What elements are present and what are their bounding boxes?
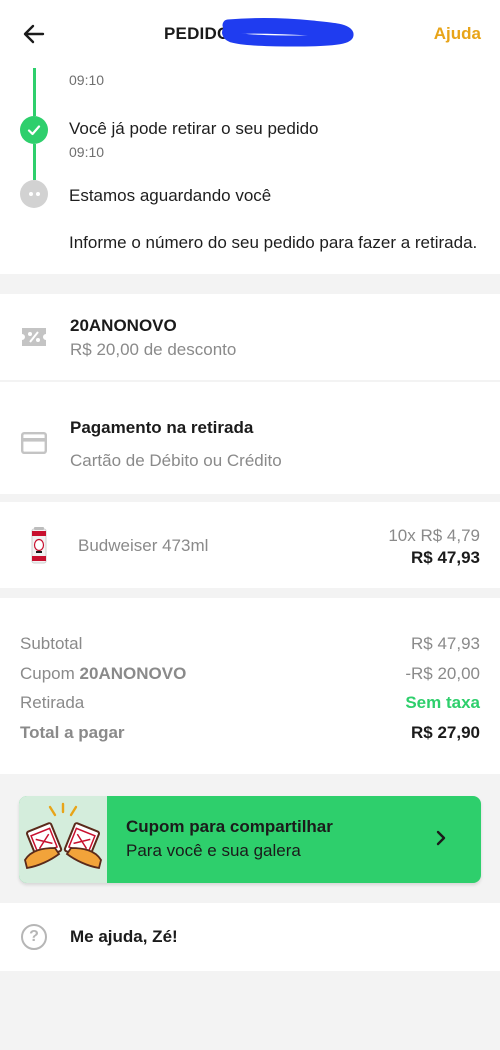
share-banner-subtitle: Para você e sua galera	[126, 841, 301, 860]
share-illustration	[19, 796, 107, 883]
waiting-dots-icon	[20, 180, 48, 208]
summary-label: Total a pagar	[20, 723, 125, 742]
summary-value: Sem taxa	[405, 693, 480, 712]
timeline-step-label: Você já pode retirar o seu pedido	[69, 119, 319, 138]
timeline-line	[33, 68, 36, 116]
product-card: Budweiser 473ml 10x R$ 4,79 R$ 47,93	[0, 502, 500, 588]
cheers-illustration	[24, 802, 102, 870]
top-bar: PEDIDO Ajuda	[0, 0, 500, 68]
redaction-scribble	[222, 18, 354, 47]
summary-row-subtotal: Subtotal R$ 47,93	[20, 634, 480, 654]
summary-label: Retirada	[20, 693, 85, 712]
credit-card-icon	[21, 432, 47, 454]
summary-value: R$ 27,90	[411, 723, 480, 742]
summary-value: -R$ 20,00	[405, 664, 480, 683]
timeline-step-label: Estamos aguardando você	[69, 186, 272, 205]
product-unit-price: 10x R$ 4,79	[388, 526, 480, 545]
timeline-time: 09:10	[69, 144, 105, 160]
share-banner-title: Cupom para compartilhar	[126, 817, 333, 836]
help-link[interactable]: Ajuda	[434, 24, 481, 44]
timeline-time: 09:10	[69, 72, 105, 88]
summary-label: Subtotal	[20, 634, 83, 653]
product-name: Budweiser 473ml	[78, 536, 209, 555]
arrow-left-icon	[23, 24, 45, 44]
discount-ticket-icon	[22, 328, 46, 346]
timeline-line	[33, 144, 36, 180]
product-total: R$ 47,93	[411, 548, 480, 567]
coupon-label: Cupom	[20, 664, 75, 683]
coupon-code-label: 20ANONOVO	[79, 664, 187, 683]
order-timeline: 09:10 Você já pode retirar o seu pedido …	[0, 68, 500, 274]
chevron-right-icon	[436, 830, 446, 846]
help-row[interactable]: ? Me ajuda, Zé!	[0, 903, 500, 971]
summary-row-coupon: Cupom 20ANONOVO -R$ 20,00	[20, 664, 480, 684]
pickup-instruction: Informe o número do seu pedido para faze…	[69, 233, 478, 252]
back-button[interactable]	[18, 18, 50, 50]
check-icon	[20, 116, 48, 144]
coupon-description: R$ 20,00 de desconto	[70, 340, 237, 359]
page-title: PEDIDO	[164, 24, 231, 43]
summary-label: Cupom 20ANONOVO	[20, 664, 186, 684]
payment-title: Pagamento na retirada	[70, 418, 254, 437]
summary-row-total: Total a pagar R$ 27,90	[20, 723, 480, 743]
coupon-code: 20ANONOVO	[70, 316, 177, 335]
beer-can-image	[31, 527, 47, 564]
question-circle-icon: ?	[21, 924, 47, 950]
summary-value: R$ 47,93	[411, 634, 480, 653]
share-coupon-banner[interactable]: Cupom para compartilhar Para você e sua …	[19, 796, 481, 883]
order-summary: Subtotal R$ 47,93 Cupom 20ANONOVO -R$ 20…	[0, 598, 500, 774]
payment-method: Cartão de Débito ou Crédito	[70, 451, 282, 470]
payment-card: Pagamento na retirada Cartão de Débito o…	[0, 382, 500, 494]
summary-row-pickup: Retirada Sem taxa	[20, 693, 480, 713]
help-row-label: Me ajuda, Zé!	[70, 927, 178, 946]
coupon-card: 20ANONOVO R$ 20,00 de desconto	[0, 294, 500, 380]
